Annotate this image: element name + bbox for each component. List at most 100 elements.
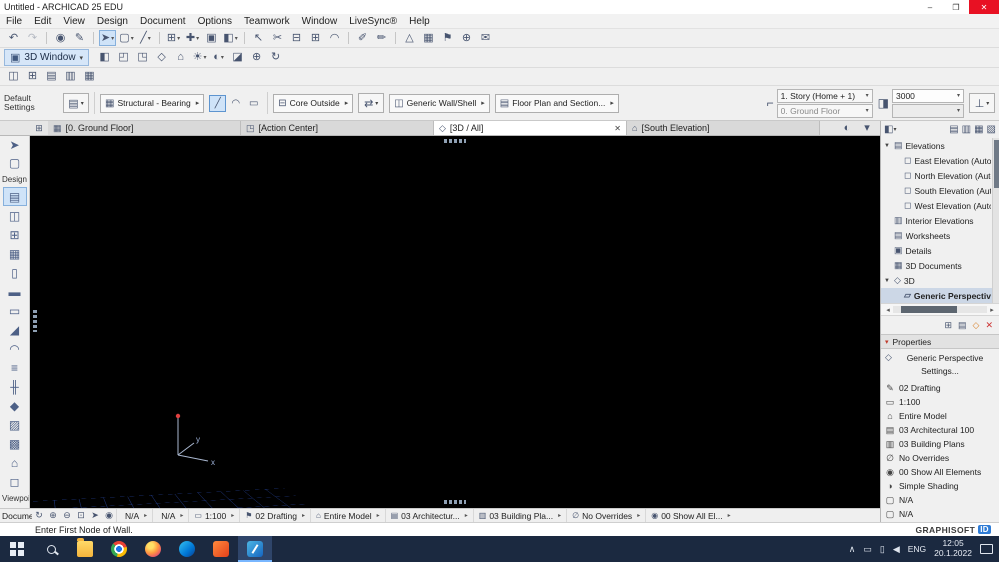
collapse-arrow-icon[interactable]: ▾ bbox=[885, 338, 889, 346]
splitter-grip-left[interactable] bbox=[33, 310, 37, 332]
walk-icon[interactable]: ➤ bbox=[88, 510, 102, 521]
tile-windows-icon[interactable]: ⊞ bbox=[24, 69, 41, 85]
project-chooser-icon[interactable]: ◧ bbox=[884, 124, 896, 135]
display-mode-dropdown[interactable]: ▤ Floor Plan and Section... bbox=[494, 93, 619, 113]
beam-tool-icon[interactable]: ▬ bbox=[3, 282, 27, 301]
quad-view-icon[interactable]: ⊞ bbox=[30, 121, 48, 135]
fit-in-window-icon[interactable]: ⊡ bbox=[74, 510, 88, 521]
expand-arrow-icon[interactable] bbox=[884, 143, 891, 149]
new-panel-icon[interactable]: ⊞ bbox=[944, 320, 952, 331]
taskbar-clock[interactable]: 12:05 20.1.2022 bbox=[934, 538, 972, 559]
scrollbar-track[interactable] bbox=[893, 306, 987, 313]
tree-interior-elevations[interactable]: ▥ Interior Elevations bbox=[881, 213, 999, 228]
menu-item[interactable]: Options bbox=[192, 16, 238, 27]
arrow-tool-icon[interactable]: ➤ bbox=[3, 136, 27, 154]
redo-icon[interactable]: ↷ bbox=[24, 30, 41, 46]
zone-tool-icon[interactable]: ▨ bbox=[3, 415, 27, 434]
settings-link[interactable]: Settings... bbox=[881, 366, 999, 381]
walk-mode-icon[interactable]: ⌂ bbox=[172, 50, 189, 66]
tree-details[interactable]: ▣ Details bbox=[881, 243, 999, 258]
firefox-button[interactable] bbox=[136, 536, 170, 562]
top-link-button[interactable]: ⊥ bbox=[969, 93, 995, 113]
prop-na-2[interactable]: ▢ N/A bbox=[881, 507, 999, 521]
tree-generic-perspective[interactable]: ▱ Generic Perspective bbox=[881, 288, 999, 303]
curtain-wall-tool-icon[interactable]: ▦ bbox=[3, 244, 27, 263]
infobox-toggle-icon[interactable]: ▥ bbox=[62, 69, 79, 85]
tab-close-icon[interactable]: ✕ bbox=[614, 124, 621, 133]
view-map-icon[interactable]: ▥ bbox=[962, 124, 971, 135]
shell-tool-icon[interactable]: ◠ bbox=[3, 339, 27, 358]
publisher-sets-icon[interactable]: ▧ bbox=[987, 124, 996, 135]
palette-toggle-icon[interactable]: ▦ bbox=[81, 69, 98, 85]
guide-lines-icon[interactable]: ✚ bbox=[184, 30, 201, 46]
top-story-select[interactable]: 1. Story (Home + 1) bbox=[776, 88, 873, 103]
intersect-icon[interactable]: ⊞ bbox=[307, 30, 324, 46]
menu-item[interactable]: LiveSync® bbox=[343, 16, 403, 27]
adjust-icon[interactable]: ⊟ bbox=[288, 30, 305, 46]
shading-mode-icon[interactable]: ◐ bbox=[210, 50, 227, 66]
view-mode-icon[interactable]: ◐ bbox=[840, 120, 854, 136]
toolbar-separator[interactable] bbox=[46, 32, 47, 44]
sb-layer-combination[interactable]: ▤ 03 Architectur... bbox=[384, 509, 473, 522]
window-tool-icon[interactable]: ⊞ bbox=[3, 225, 27, 244]
scrollbar-thumb[interactable] bbox=[900, 306, 957, 313]
sb-filter[interactable]: ◉ 00 Show All El... bbox=[645, 509, 735, 522]
splitter-grip-bottom[interactable] bbox=[444, 500, 466, 504]
sb-building-plans[interactable]: ▥ 03 Building Pla... bbox=[472, 509, 566, 522]
tree-elevations[interactable]: ▤ Elevations bbox=[881, 138, 999, 153]
prop-na-1[interactable]: ▢ N/A bbox=[881, 493, 999, 507]
tree-worksheets[interactable]: ▤ Worksheets bbox=[881, 228, 999, 243]
prop-scale[interactable]: ▭ 1:100 bbox=[881, 395, 999, 409]
battery-icon[interactable]: ▯ bbox=[880, 544, 885, 555]
notification-center-icon[interactable] bbox=[980, 544, 993, 554]
orbit-icon[interactable]: ↻ bbox=[267, 50, 284, 66]
menu-item[interactable]: Window bbox=[296, 16, 344, 27]
prop-shading[interactable]: ◑ Simple Shading bbox=[881, 479, 999, 493]
tree-west-elevation[interactable]: ◻ West Elevation (Auto-... bbox=[881, 198, 999, 213]
minimize-button[interactable]: – bbox=[917, 0, 943, 14]
tab-overflow-icon[interactable]: ▾ bbox=[860, 120, 874, 136]
tree-horizontal-scrollbar[interactable]: ◂ ▸ bbox=[881, 303, 999, 316]
sb-structure-display[interactable]: ⌂ Entire Model bbox=[310, 509, 385, 522]
sun-settings-icon[interactable]: ☀ bbox=[191, 50, 208, 66]
stair-tool-icon[interactable]: ≡ bbox=[3, 358, 27, 377]
scroll-left-icon[interactable]: ◂ bbox=[883, 306, 893, 314]
pickup-parameters-icon[interactable]: ✐ bbox=[354, 30, 371, 46]
publish-icon[interactable]: ✉ bbox=[477, 30, 494, 46]
mesh-tool-icon[interactable]: ▩ bbox=[3, 434, 27, 453]
tree-vertical-scrollbar[interactable] bbox=[992, 138, 999, 303]
arrow-tool-icon[interactable]: ➤ bbox=[99, 30, 116, 46]
door-tool-icon[interactable]: ◫ bbox=[3, 206, 27, 225]
view-axonometry-icon[interactable]: ◳ bbox=[134, 50, 151, 66]
pin-panel-icon[interactable]: ◇ bbox=[973, 320, 980, 331]
menu-item[interactable]: Help bbox=[403, 16, 436, 27]
menu-item[interactable]: Document bbox=[134, 16, 192, 27]
inject-parameters-icon[interactable]: ✏ bbox=[373, 30, 390, 46]
zoom-extent-icon[interactable]: ⊕ bbox=[248, 50, 265, 66]
network-icon[interactable]: ▭ bbox=[863, 544, 872, 555]
sb-pen-set[interactable]: ⚑ 02 Drafting bbox=[239, 509, 310, 522]
flip-button[interactable]: ⇄ bbox=[358, 93, 385, 113]
geometry-rect-icon[interactable]: ▭ bbox=[245, 95, 262, 112]
sb-renovation-status[interactable]: N/A bbox=[116, 509, 152, 522]
close-panel-icon[interactable]: ✕ bbox=[985, 320, 993, 331]
object-tool-icon[interactable]: ⌂ bbox=[3, 453, 27, 472]
column-tool-icon[interactable]: ▯ bbox=[3, 263, 27, 282]
measure-icon[interactable]: △ bbox=[401, 30, 418, 46]
undo-icon[interactable]: ↶ bbox=[5, 30, 22, 46]
tree-3d[interactable]: ◇ 3D bbox=[881, 273, 999, 288]
view-front-icon[interactable]: ◧ bbox=[96, 50, 113, 66]
line-tool-icon[interactable]: ╱ bbox=[137, 30, 154, 46]
menu-item[interactable]: Design bbox=[91, 16, 134, 27]
project-map-icon[interactable]: ▤ bbox=[949, 124, 958, 135]
markup-icon[interactable]: ⚑ bbox=[439, 30, 456, 46]
menu-item[interactable]: Teamwork bbox=[238, 16, 296, 27]
tree-north-elevation[interactable]: ◻ North Elevation (Auto-... bbox=[881, 168, 999, 183]
selection-info-icon[interactable]: ◉ bbox=[102, 510, 116, 521]
scrollbar-thumb[interactable] bbox=[994, 140, 999, 188]
scroll-right-icon[interactable]: ▸ bbox=[987, 306, 997, 314]
split-icon[interactable]: ✂ bbox=[269, 30, 286, 46]
expand-arrow-icon[interactable] bbox=[884, 278, 891, 284]
gravity-icon[interactable]: ◧ bbox=[222, 30, 239, 46]
zoom-out-icon[interactable]: ⊖ bbox=[60, 510, 74, 521]
